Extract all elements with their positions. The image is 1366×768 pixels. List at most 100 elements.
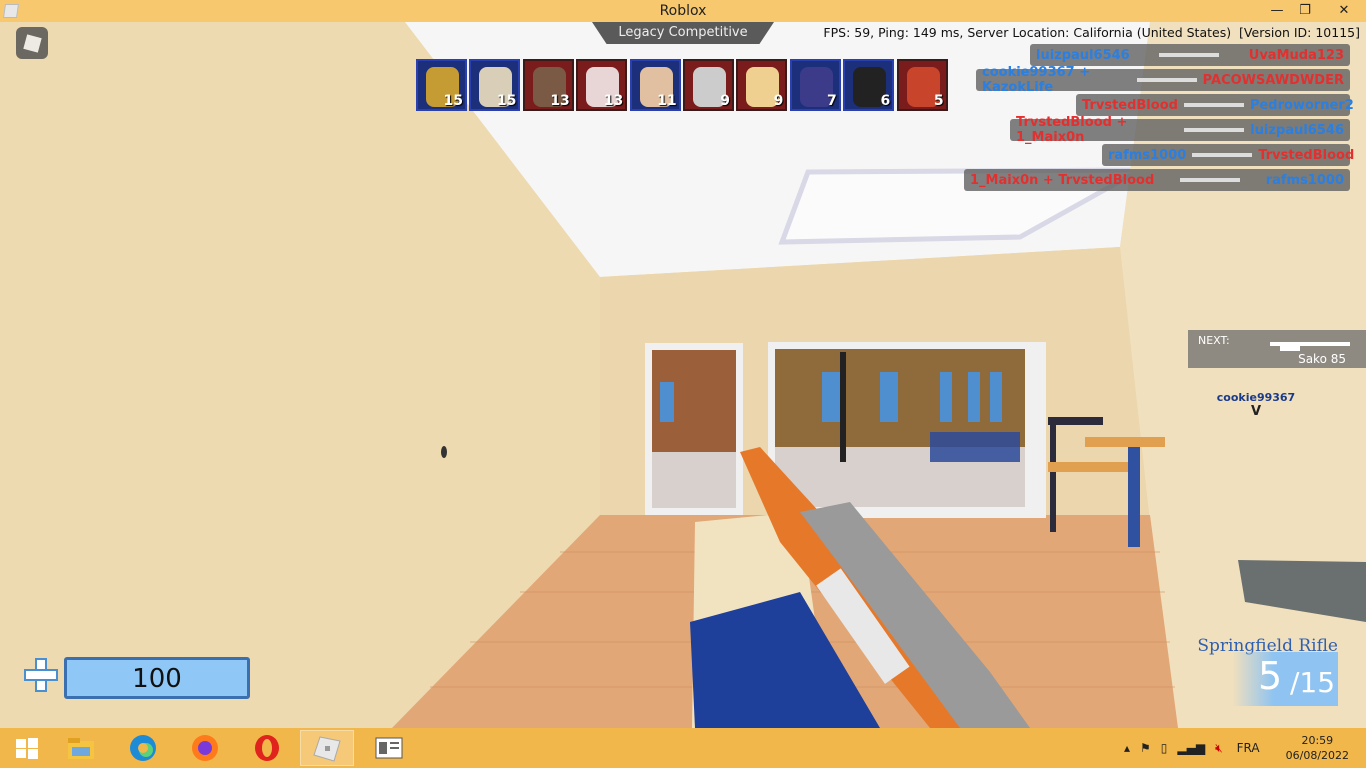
start-button[interactable] xyxy=(0,730,54,766)
bullet-hole xyxy=(441,446,447,458)
weapon-icon xyxy=(1192,153,1253,157)
weapon-icon xyxy=(1159,53,1220,57)
player-score: 15 xyxy=(443,93,463,109)
taskbar-file-explorer[interactable] xyxy=(54,730,108,766)
killfeed-killer: cookie99367 + KazokLife xyxy=(982,65,1091,95)
player-card: 6 xyxy=(843,59,895,111)
minimize-button[interactable]: — xyxy=(1262,0,1292,22)
killfeed-row: luizpaul6546 UvaMuda123 xyxy=(1030,44,1350,66)
killfeed-victim: Pedroworner2 xyxy=(1249,97,1354,113)
roblox-studio-icon xyxy=(375,737,403,759)
player-score: 9 xyxy=(720,93,730,109)
show-hidden-icons-icon[interactable]: ▴ xyxy=(1124,741,1130,755)
windows-taskbar: ▴ ⚑ ▯ ▂▄▆ 🔇︎ FRA 20:59 06/08/2022 xyxy=(0,728,1366,768)
next-label: NEXT: xyxy=(1198,334,1230,347)
server-stats: FPS: 59, Ping: 149 ms, Server Location: … xyxy=(823,25,1360,40)
killfeed-row: cookie99367 + KazokLife PACOWSAWDWDER xyxy=(976,65,1350,95)
roblox-window: Roblox — ❐ ✕ Legacy Competitive FPS: 59,… xyxy=(0,0,1366,768)
teammate-nametag: cookie99367 V xyxy=(1215,391,1297,419)
killfeed-killer: luizpaul6546 xyxy=(1036,47,1130,63)
killfeed-row: TrvstedBlood + 1_Maix0n luizpaul6546 xyxy=(1010,115,1350,145)
clock-time: 20:59 xyxy=(1301,734,1334,747)
edge-icon xyxy=(130,735,156,761)
player-score: 7 xyxy=(827,93,837,109)
weapon-icon xyxy=(1183,103,1244,107)
killfeed-victim: UvaMuda123 xyxy=(1248,47,1344,63)
sako-rifle-icon xyxy=(1270,342,1350,351)
killfeed-row: rafms1000 TrvstedBlood xyxy=(1102,144,1354,166)
player-score: 5 xyxy=(933,93,944,109)
system-tray: ▴ ⚑ ▯ ▂▄▆ 🔇︎ FRA 20:59 06/08/2022 xyxy=(1124,728,1349,768)
player-card: 13 xyxy=(576,59,628,111)
taskbar-edge[interactable] xyxy=(116,730,170,766)
blue-fence xyxy=(930,432,1020,462)
file-explorer-icon xyxy=(68,738,94,759)
killfeed-victim: rafms1000 xyxy=(1265,172,1344,188)
clock[interactable]: 20:59 06/08/2022 xyxy=(1286,733,1349,763)
player-card: 7 xyxy=(789,59,841,111)
nametag-marker: V xyxy=(1250,404,1262,419)
game-viewport[interactable]: Legacy Competitive FPS: 59, Ping: 149 ms… xyxy=(0,22,1366,728)
chair xyxy=(1048,417,1103,425)
killfeed-victim: PACOWSAWDWDER xyxy=(1202,72,1344,88)
battery-icon[interactable]: ▯ xyxy=(1161,741,1168,755)
weapon-icon xyxy=(1184,128,1245,132)
killfeed-killer: rafms1000 xyxy=(1108,147,1187,163)
player-score: 13 xyxy=(550,93,570,109)
killfeed-killer: TrvstedBlood + 1_Maix0n xyxy=(1016,115,1128,145)
player-score: 13 xyxy=(603,93,624,109)
title-bar: Roblox — ❐ ✕ xyxy=(0,0,1366,22)
player-score: 15 xyxy=(496,93,517,109)
taskbar-firefox[interactable] xyxy=(178,730,232,766)
player-card: 11 xyxy=(629,59,681,111)
close-icon: ✕ xyxy=(1338,3,1350,18)
player-card: 15 xyxy=(416,59,467,111)
roblox-logo-icon xyxy=(22,33,42,53)
game-mode-banner: Legacy Competitive xyxy=(592,22,774,44)
clock-date: 06/08/2022 xyxy=(1285,749,1350,762)
close-button[interactable]: ✕ xyxy=(1326,0,1362,22)
ammo-count: 5 xyxy=(1258,654,1283,698)
ammo-panel: 5 /15 xyxy=(1232,652,1338,706)
killfeed-killer: 1_Maix0n + TrvstedBlood xyxy=(970,172,1155,188)
next-weapon-name: Sako 85 xyxy=(1298,352,1346,366)
player-card: 15 xyxy=(469,59,521,111)
player-card: 9 xyxy=(683,59,734,111)
next-weapon-panel: NEXT: Sako 85 xyxy=(1188,330,1366,368)
window-title: Roblox xyxy=(659,3,707,19)
taskbar-opera[interactable] xyxy=(240,730,294,766)
volume-muted-icon[interactable]: 🔇︎ xyxy=(1215,741,1223,756)
language-indicator[interactable]: FRA xyxy=(1237,741,1260,755)
ammo-reserve: /15 xyxy=(1290,666,1336,699)
street-lamp xyxy=(840,352,846,462)
killfeed-victim: luizpaul6546 xyxy=(1250,122,1344,138)
player-score: 11 xyxy=(657,93,677,109)
table xyxy=(1085,437,1165,447)
killfeed-row: TrvstedBlood Pedroworner2 xyxy=(1076,94,1354,116)
taskbar-roblox-studio[interactable] xyxy=(362,730,416,766)
opera-icon xyxy=(255,735,279,761)
maximize-button[interactable]: ❐ xyxy=(1290,0,1320,22)
killfeed-victim: TrvstedBlood xyxy=(1258,147,1355,163)
network-icon[interactable]: ▂▄▆ xyxy=(1177,741,1205,755)
flag-icon[interactable]: ⚑ xyxy=(1140,741,1151,755)
health-plus-icon xyxy=(24,658,58,692)
nametag-text: cookie99367 xyxy=(1216,391,1296,404)
firefox-icon xyxy=(192,735,218,761)
roblox-icon xyxy=(313,736,341,762)
taskbar-roblox[interactable] xyxy=(300,730,354,766)
roblox-menu-button[interactable] xyxy=(16,27,48,59)
player-card: 13 xyxy=(522,59,574,111)
killfeed-row: 1_Maix0n + TrvstedBlood rafms1000 xyxy=(964,169,1350,191)
killfeed-killer: TrvstedBlood xyxy=(1082,97,1178,113)
maximize-icon: ❐ xyxy=(1299,3,1311,18)
player-card: 5 xyxy=(896,59,948,111)
minimize-icon: — xyxy=(1270,3,1284,18)
health-value: 100 xyxy=(132,664,182,694)
weapon-icon xyxy=(1136,78,1197,82)
player-card: 9 xyxy=(736,59,788,111)
player-score: 9 xyxy=(773,93,784,109)
player-score: 6 xyxy=(880,93,891,109)
windows-start-icon xyxy=(16,738,38,759)
health-bar: 100 xyxy=(64,657,250,699)
